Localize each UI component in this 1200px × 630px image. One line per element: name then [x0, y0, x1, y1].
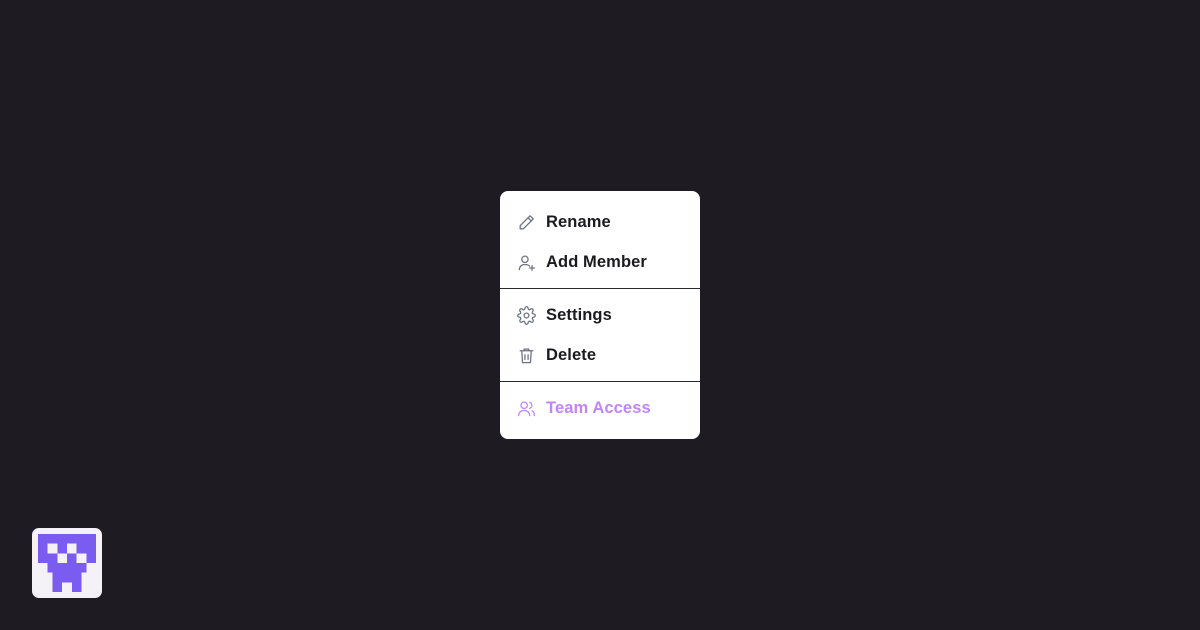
menu-divider [500, 288, 700, 289]
context-menu: Rename Add Member Settings Delete Team A… [500, 191, 700, 439]
menu-item-label: Team Access [546, 398, 651, 417]
app-canvas: Rename Add Member Settings Delete Team A… [0, 0, 1200, 630]
menu-item-team-access[interactable]: Team Access [500, 388, 700, 428]
trash-icon [517, 346, 536, 365]
menu-item-label: Settings [546, 305, 612, 324]
menu-item-settings[interactable]: Settings [500, 295, 700, 335]
gear-icon [517, 305, 536, 325]
menu-item-label: Delete [546, 345, 597, 364]
menu-item-label: Add Member [546, 252, 647, 271]
brand-logo [32, 528, 102, 598]
users-icon [517, 399, 536, 418]
menu-divider [500, 381, 700, 382]
menu-item-add-member[interactable]: Add Member [500, 242, 700, 282]
pencil-icon [517, 213, 536, 232]
user-plus-icon [517, 253, 536, 272]
menu-item-label: Rename [546, 212, 611, 231]
menu-item-rename[interactable]: Rename [500, 202, 700, 242]
menu-item-delete[interactable]: Delete [500, 335, 700, 375]
